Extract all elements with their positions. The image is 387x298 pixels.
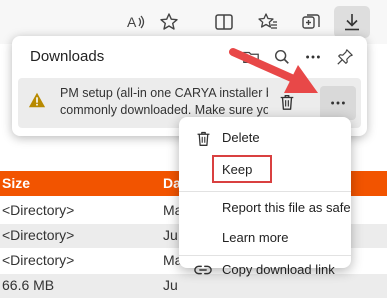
menu-item-keep[interactable]: Keep (179, 157, 351, 183)
menu-item-label: Keep (222, 162, 253, 177)
trash-icon (193, 128, 213, 148)
size-cell: <Directory> (2, 227, 75, 243)
trash-icon (280, 95, 294, 110)
menu-item-label: Report this file as safe (222, 200, 351, 215)
link-icon (193, 260, 213, 280)
date-cell: Ju (163, 227, 178, 243)
menu-item-delete[interactable]: Delete (179, 125, 351, 151)
favorites-icon[interactable] (256, 10, 280, 34)
download-item-filename: PM setup (all-in one CARYA installer ba (60, 86, 268, 100)
menu-item-copy-link[interactable]: Copy download link (179, 257, 351, 283)
downloads-button[interactable] (334, 6, 370, 38)
column-header-size: Size (2, 175, 31, 191)
menu-divider (179, 191, 351, 192)
collections-icon[interactable] (299, 10, 323, 34)
split-screen-icon[interactable] (212, 10, 236, 34)
size-cell: <Directory> (2, 202, 75, 218)
menu-item-learn-more[interactable]: Learn more (179, 225, 351, 251)
warning-icon (28, 92, 46, 108)
downloads-title: Downloads (30, 48, 105, 65)
svg-text:A: A (127, 14, 137, 30)
pin-icon[interactable] (334, 46, 356, 68)
menu-item-label: Delete (222, 130, 260, 145)
download-context-menu: Delete Keep Report this file as safe Lea… (179, 117, 351, 268)
more-actions-icon (331, 101, 345, 105)
size-cell: 66.6 MB (2, 277, 55, 293)
menu-item-report-safe[interactable]: Report this file as safe (179, 195, 351, 221)
favorite-star-icon[interactable] (157, 10, 181, 34)
menu-item-label: Learn more (222, 230, 289, 245)
more-options-icon[interactable] (302, 46, 324, 68)
menu-item-label: Copy download link (222, 262, 335, 277)
search-icon[interactable] (271, 46, 293, 68)
open-folder-icon[interactable] (240, 46, 262, 68)
more-actions-button[interactable] (320, 86, 356, 120)
size-cell: <Directory> (2, 252, 75, 268)
read-aloud-icon[interactable]: A (124, 10, 148, 34)
date-cell: Ju (163, 277, 178, 293)
delete-button[interactable] (275, 90, 299, 114)
menu-divider (179, 255, 351, 256)
downloads-icon (345, 14, 359, 31)
